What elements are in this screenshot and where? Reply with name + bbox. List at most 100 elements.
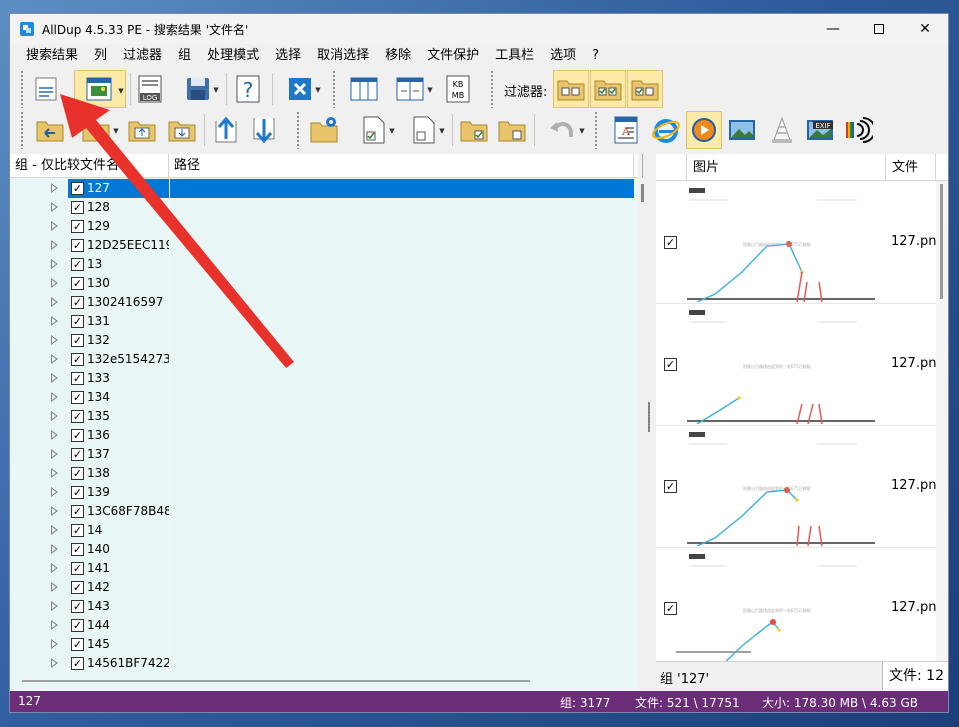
row-checkbox[interactable]: ✓ bbox=[71, 391, 84, 404]
next-group-button[interactable] bbox=[246, 111, 282, 149]
column-header-check[interactable] bbox=[656, 154, 687, 181]
expand-icon[interactable] bbox=[51, 202, 58, 212]
menu-item[interactable]: 移除 bbox=[377, 44, 419, 68]
size-unit-button[interactable]: KB MB bbox=[440, 70, 476, 108]
exif-button[interactable]: EXIF bbox=[802, 111, 838, 149]
row-checkbox[interactable]: ✓ bbox=[71, 296, 84, 309]
expand-icon[interactable] bbox=[51, 430, 58, 440]
minimize-button[interactable]: — bbox=[810, 14, 856, 44]
open-vlc-button[interactable] bbox=[764, 111, 800, 149]
menu-item[interactable]: 取消选择 bbox=[309, 44, 377, 68]
expand-icon[interactable] bbox=[51, 316, 58, 326]
toolbar-grip[interactable] bbox=[332, 70, 336, 108]
expand-icon[interactable] bbox=[51, 392, 58, 402]
row-checkbox[interactable]: ✓ bbox=[71, 201, 84, 214]
row-checkbox[interactable]: ✓ bbox=[71, 410, 84, 423]
expand-icon[interactable] bbox=[51, 354, 58, 364]
toolbar-grip[interactable] bbox=[20, 70, 24, 108]
menu-item[interactable]: 搜索结果 bbox=[18, 44, 86, 68]
row-checkbox[interactable]: ✓ bbox=[71, 429, 84, 442]
expand-icon[interactable] bbox=[51, 259, 58, 269]
table-row[interactable]: ✓ 143 bbox=[10, 597, 636, 616]
table-row[interactable]: ✓ 128 bbox=[10, 198, 636, 217]
expand-icon[interactable] bbox=[51, 506, 58, 516]
row-checkbox[interactable]: ✓ bbox=[71, 619, 84, 632]
expand-icon[interactable] bbox=[51, 468, 58, 478]
row-checkbox[interactable]: ✓ bbox=[71, 524, 84, 537]
preview-checkbox[interactable]: ✓ bbox=[664, 602, 677, 615]
menu-item[interactable]: 组 bbox=[170, 44, 199, 68]
open-media-button[interactable] bbox=[686, 111, 722, 149]
help-button[interactable]: ? bbox=[230, 70, 266, 108]
row-checkbox[interactable]: ✓ bbox=[71, 315, 84, 328]
table-row[interactable]: ✓ 129 bbox=[10, 217, 636, 236]
expand-icon[interactable] bbox=[51, 582, 58, 592]
expand-icon[interactable] bbox=[51, 620, 58, 630]
table-row[interactable]: ✓ 132 bbox=[10, 331, 636, 350]
remove-button[interactable]: ▼ bbox=[276, 70, 324, 108]
menu-item[interactable]: 列 bbox=[86, 44, 115, 68]
preview-row[interactable]: ✓ 阳黄山引路线由此到阿一毛E75已聊赋 127.png bbox=[656, 182, 945, 304]
folder-settings-button[interactable] bbox=[306, 111, 342, 149]
menu-item[interactable]: ? bbox=[584, 44, 607, 68]
table-row[interactable]: ✓ 12D25EEC119B3 bbox=[10, 236, 636, 255]
row-checkbox[interactable]: ✓ bbox=[71, 505, 84, 518]
preview-horizontal-scrollbar[interactable] bbox=[676, 651, 751, 653]
expand-icon[interactable] bbox=[51, 563, 58, 573]
expand-icon[interactable] bbox=[51, 639, 58, 649]
scroll-thumb[interactable] bbox=[940, 184, 943, 299]
table-row[interactable]: ✓ 127 bbox=[10, 179, 636, 198]
panel-splitter[interactable] bbox=[648, 154, 656, 691]
list-horizontal-scrollbar[interactable] bbox=[22, 680, 530, 682]
menu-item[interactable]: 选项 bbox=[542, 44, 584, 68]
column-header-name[interactable]: 组 - 仅比较文件名 bbox=[10, 154, 169, 178]
thumbnail-image[interactable]: 阳黄山引路线由此到阿一毛E75已聊赋 bbox=[687, 306, 877, 425]
column-header-file[interactable]: 文件 bbox=[886, 154, 936, 181]
row-checkbox[interactable]: ✓ bbox=[71, 657, 84, 670]
table-row[interactable]: ✓ 144 bbox=[10, 616, 636, 635]
row-checkbox[interactable]: ✓ bbox=[71, 581, 84, 594]
row-checkbox[interactable]: ✓ bbox=[71, 600, 84, 613]
list-vertical-scrollbar[interactable] bbox=[638, 154, 648, 691]
toolbar-grip[interactable] bbox=[490, 70, 494, 108]
preview-checkbox[interactable]: ✓ bbox=[664, 358, 677, 371]
expand-icon[interactable] bbox=[51, 411, 58, 421]
preview-row[interactable]: ✓ 阳黄山引路线由此到阿一毛E75已聊赋 127.png bbox=[656, 304, 945, 426]
menu-item[interactable]: 选择 bbox=[267, 44, 309, 68]
table-row[interactable]: ✓ 133 bbox=[10, 369, 636, 388]
move-up-folder-button[interactable] bbox=[124, 111, 160, 149]
move-down-folder-button[interactable] bbox=[164, 111, 200, 149]
forward-button[interactable]: ▼ bbox=[72, 111, 120, 149]
back-button[interactable] bbox=[32, 111, 68, 149]
menu-item[interactable]: 过滤器 bbox=[115, 44, 170, 68]
folder-select-button[interactable] bbox=[456, 111, 492, 149]
result-list[interactable]: 组 - 仅比较文件名 路径 ✓ 127 ✓ 128 ✓ 129 ✓ 12D25EEC119B3… bbox=[10, 154, 638, 691]
filter-mixed-button[interactable] bbox=[627, 70, 663, 108]
expand-icon[interactable] bbox=[51, 449, 58, 459]
deselect-button[interactable]: ▼ bbox=[400, 111, 448, 149]
view-mode-button[interactable]: ▼ bbox=[74, 70, 126, 108]
table-row[interactable]: ✓ 1302416597 bbox=[10, 293, 636, 312]
expand-icon[interactable] bbox=[51, 278, 58, 288]
preview-vertical-scrollbar[interactable] bbox=[936, 181, 948, 674]
select-button[interactable]: ▼ bbox=[350, 111, 398, 149]
table-row[interactable]: ✓ 13 bbox=[10, 255, 636, 274]
log-button[interactable]: LOG bbox=[132, 70, 168, 108]
toolbar-grip[interactable] bbox=[296, 111, 300, 149]
previous-group-button[interactable] bbox=[208, 111, 244, 149]
table-row[interactable]: ✓ 137 bbox=[10, 445, 636, 464]
table-row[interactable]: ✓ 131 bbox=[10, 312, 636, 331]
row-checkbox[interactable]: ✓ bbox=[71, 486, 84, 499]
menu-item[interactable]: 处理模式 bbox=[199, 44, 267, 68]
table-row[interactable]: ✓ 138 bbox=[10, 464, 636, 483]
table-row[interactable]: ✓ 142 bbox=[10, 578, 636, 597]
table-row[interactable]: ✓ 130 bbox=[10, 274, 636, 293]
table-row[interactable]: ✓ 139 bbox=[10, 483, 636, 502]
expand-icon[interactable] bbox=[51, 221, 58, 231]
row-checkbox[interactable]: ✓ bbox=[71, 543, 84, 556]
table-row[interactable]: ✓ 13C68F78B48A5 bbox=[10, 502, 636, 521]
title-bar[interactable]: AllDup 4.5.33 PE - 搜索结果 '文件名' — ✕ bbox=[10, 14, 948, 44]
columns-button[interactable] bbox=[346, 70, 382, 108]
expand-icon[interactable] bbox=[51, 297, 58, 307]
table-row[interactable]: ✓ 141 bbox=[10, 559, 636, 578]
